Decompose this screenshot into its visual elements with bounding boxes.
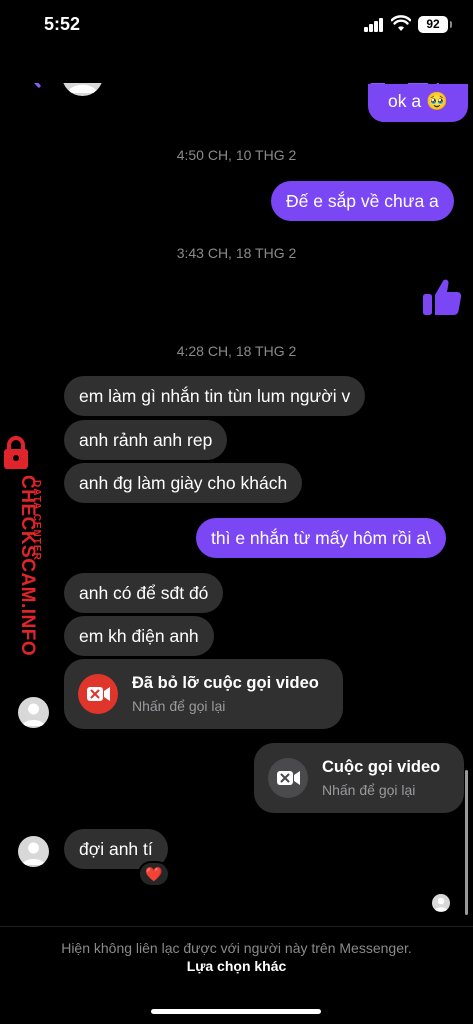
- watermark: CHECKSCAM.INFO DATA CENTER: [0, 435, 60, 665]
- message-bubble-outgoing[interactable]: thì e nhắn từ mấy hôm rồi a\: [196, 518, 446, 558]
- wifi-icon: [391, 15, 411, 31]
- scrollbar[interactable]: [465, 770, 468, 915]
- call-subtitle: Nhấn để gọi lại: [132, 698, 226, 714]
- missed-video-call-icon: [78, 674, 118, 714]
- video-call-card[interactable]: Cuộc gọi video Nhấn để gọi lại: [254, 743, 464, 813]
- timestamp: 4:50 CH, 10 THG 2: [176, 147, 297, 163]
- missed-video-call-card[interactable]: Đã bỏ lỡ cuộc gọi video Nhấn để gọi lại: [64, 659, 343, 729]
- message-bubble-incoming[interactable]: anh có để sđt đó: [64, 573, 224, 613]
- watermark-sub: DATA CENTER: [31, 480, 42, 561]
- status-bar: 5:52 92: [0, 0, 473, 50]
- message-bubble-incoming[interactable]: anh đg làm giày cho khách: [64, 463, 303, 503]
- unavailable-notice: Hiện không liên lạc được với người này t…: [61, 940, 412, 956]
- video-call-icon: [268, 758, 308, 798]
- thumbs-up-icon[interactable]: [421, 276, 463, 318]
- message-bubble-incoming[interactable]: em kh điện anh: [64, 616, 214, 656]
- signal-icon: [364, 18, 384, 32]
- message-bubble-incoming[interactable]: em làm gì nhắn tin tùn lum người v: [64, 376, 366, 416]
- header-layer: [0, 50, 473, 102]
- call-subtitle: Nhấn để gọi lại: [322, 782, 416, 798]
- lock-icon: [4, 436, 28, 469]
- call-title: Cuộc gọi video: [322, 758, 441, 776]
- battery-indicator: 92: [418, 16, 452, 33]
- contact-avatar-small: [18, 836, 49, 867]
- contact-avatar-small: [18, 697, 49, 728]
- message-bubble-incoming[interactable]: anh rảnh anh rep: [64, 420, 228, 460]
- timestamp: 3:43 CH, 18 THG 2: [176, 245, 297, 261]
- seen-indicator-avatar: [432, 894, 450, 912]
- call-title: Đã bỏ lỡ cuộc gọi video: [132, 674, 319, 692]
- timestamp: 4:28 CH, 18 THG 2: [176, 343, 297, 359]
- message-bubble-outgoing[interactable]: Đế e sắp về chưa a: [271, 181, 454, 221]
- footer-divider: [0, 926, 473, 927]
- heart-reaction[interactable]: ❤️: [138, 861, 170, 887]
- other-options-link[interactable]: Lựa chọn khác: [0, 958, 473, 974]
- home-indicator[interactable]: [151, 1009, 321, 1014]
- status-time: 5:52: [44, 14, 81, 34]
